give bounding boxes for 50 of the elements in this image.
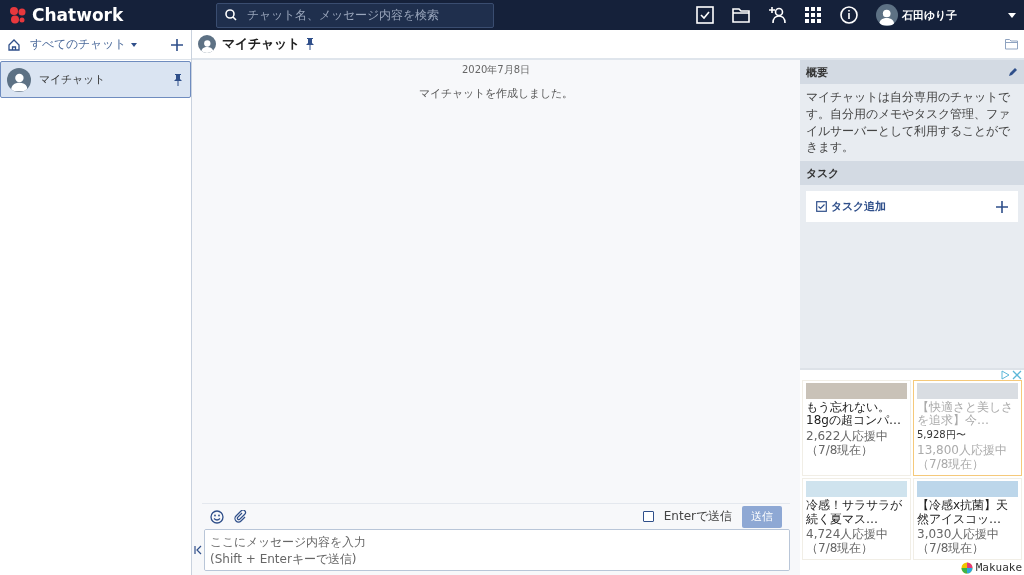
ad-card[interactable]: もう忘れない。18gの超コンパ… 2,622人応援中（7/8現在）	[802, 379, 911, 476]
plus-icon	[996, 200, 1008, 213]
room-name: マイチャット	[39, 72, 105, 87]
search-icon	[225, 9, 237, 21]
section-title: 概要	[806, 64, 828, 80]
add-contact-icon[interactable]	[768, 6, 786, 24]
search-field[interactable]: チャット名、メッセージ内容を検索	[216, 2, 494, 28]
ad-caption: 【冷感x抗菌】天然アイスコッ…	[917, 498, 1010, 527]
home-icon[interactable]	[8, 38, 20, 51]
collapse-icon[interactable]	[194, 545, 202, 555]
apps-grid-icon[interactable]	[804, 6, 822, 24]
pin-icon	[306, 38, 314, 50]
task-icon[interactable]	[696, 6, 714, 24]
app-logo[interactable]: Chatwork	[32, 5, 192, 25]
ad-supporters: 4,724人応援中（7/8現在）	[806, 528, 890, 556]
edit-icon[interactable]	[1008, 67, 1018, 77]
ad-card[interactable]: 冷感！サラサラが続く夏マス… 4,724人応援中（7/8現在）	[802, 477, 911, 560]
user-menu[interactable]: 石田ゆり子	[876, 4, 1016, 26]
attachment-icon[interactable]	[234, 510, 247, 523]
avatar-icon	[7, 67, 31, 92]
section-title: タスク	[806, 165, 839, 181]
ad-supporters: 13,800人応援中（7/8現在）	[917, 444, 1008, 472]
checkbox[interactable]	[642, 511, 654, 522]
avatar-icon	[876, 4, 898, 26]
ad-caption: もう忘れない。18gの超コンパ…	[806, 400, 902, 429]
message-input[interactable]: ここにメッセージ内容を入力 (Shift + Enterキーで送信)	[204, 529, 790, 571]
ad-supporters: 3,030人応援中（7/8現在）	[917, 528, 1001, 556]
ad-card[interactable]: 【快適さと美しさを追求】今… 5,928円〜 13,800人応援中（7/8現在）	[913, 379, 1022, 476]
ad-supporters: 2,622人応援中（7/8現在）	[806, 430, 890, 458]
date-label: 2020年7月8日	[461, 63, 531, 77]
chat-title: マイチャット	[222, 35, 300, 53]
brand-logo[interactable]: Makuake	[960, 561, 1022, 574]
ad-card[interactable]: 【冷感x抗菌】天然アイスコッ… 3,030人応援中（7/8現在）	[913, 477, 1022, 560]
pin-icon	[174, 73, 182, 86]
ad-price: 5,928円〜	[917, 428, 967, 443]
overview-text: マイチャットは自分専用のチャットです。自分用のメモやタスク管理、ファイルサーバーとして利用することができます。	[805, 89, 1011, 157]
system-message: マイチャットを作成しました。	[419, 86, 573, 101]
ad-caption: 冷感！サラサラが続く夏マス…	[806, 498, 903, 527]
add-icon[interactable]	[171, 38, 183, 51]
search-input[interactable]: チャット名、メッセージ内容を検索	[245, 7, 485, 23]
emoji-icon[interactable]	[210, 509, 224, 524]
chat-room-item[interactable]: マイチャット	[0, 61, 191, 98]
logo-icon	[8, 5, 28, 25]
checkbox-label: Enterで送信	[663, 508, 732, 525]
add-task-button[interactable]: タスク追加	[806, 191, 1018, 223]
ad-caption: 【快適さと美しさを追求】今…	[917, 400, 1014, 429]
info-icon[interactable]	[840, 6, 858, 24]
chat-filter-dropdown[interactable]: すべてのチャット	[30, 36, 137, 53]
checkbox-icon	[816, 201, 827, 213]
avatar-icon	[198, 35, 216, 53]
